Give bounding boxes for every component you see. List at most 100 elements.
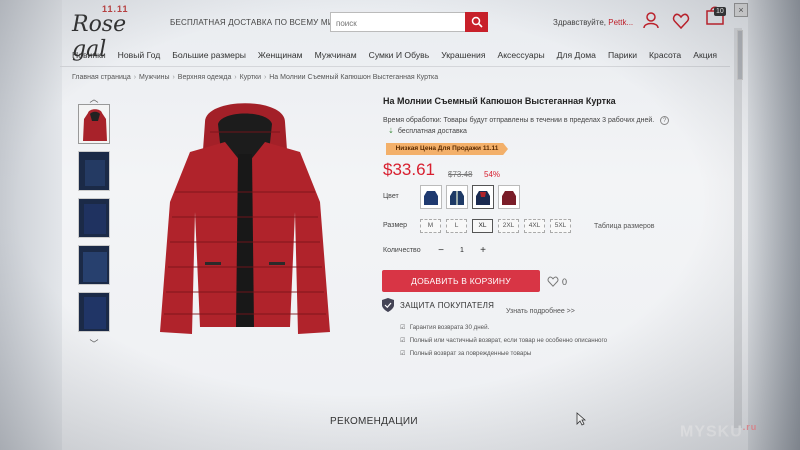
thumbnail-4[interactable] — [78, 245, 110, 285]
current-price: $33.61 — [383, 160, 435, 179]
quantity-label: Количество — [383, 247, 421, 254]
color-option-blue[interactable] — [446, 185, 468, 209]
learn-more-link[interactable]: Узнать подробнее >> — [506, 308, 575, 315]
quantity-value[interactable]: 1 — [448, 244, 476, 258]
truck-icon: ⇣ — [388, 128, 394, 135]
watermark: MYSKU.ru — [680, 422, 757, 441]
help-icon[interactable]: ? — [660, 116, 670, 125]
thumbnail-1[interactable] — [78, 104, 110, 144]
thumbnails-up-icon[interactable]: ︿ — [76, 94, 112, 104]
site-header: 11.11 Rose gal БЕСПЛАТНАЯ ДОСТАВКА ПО ВС… — [0, 0, 800, 62]
color-option-navy[interactable] — [420, 185, 442, 209]
nav-item-men[interactable]: Мужчинам — [315, 50, 357, 64]
nav-item-sale[interactable]: Акция — [693, 50, 717, 64]
wishlist-count: 0 — [562, 276, 568, 287]
nav-item-plus-size[interactable]: Большие размеры — [172, 50, 246, 64]
add-to-cart-button[interactable]: ДОБАВИТЬ В КОРЗИНУ — [382, 270, 540, 292]
nav-item-home[interactable]: Для Дома — [557, 50, 596, 64]
discount-percent: 54% — [484, 170, 501, 179]
cart-count-badge: 10 — [714, 7, 726, 16]
check-icon: ☑ — [400, 350, 406, 357]
guarantee-text: Гарантия возврата 30 дней. — [409, 324, 490, 331]
shield-icon — [382, 298, 394, 312]
nav-item-bags-shoes[interactable]: Сумки И Обувь — [369, 50, 430, 64]
guarantee-item: ☑ Полный возврат за поврежденные товары — [400, 350, 531, 357]
color-option-wine[interactable] — [498, 185, 520, 209]
site-logo[interactable]: 11.11 Rose gal — [72, 4, 162, 62]
free-shipping-text: бесплатная доставка — [397, 128, 467, 135]
processing-time: Время обработки: Товары будут отправлены… — [383, 116, 670, 125]
monitor-frame-right — [748, 0, 800, 450]
search-box — [330, 12, 488, 33]
thumbnails-down-icon[interactable]: ﹀ — [76, 339, 112, 349]
heart-icon[interactable] — [672, 12, 690, 30]
breadcrumb-men[interactable]: Мужчины — [139, 74, 170, 81]
free-shipping-banner: БЕСПЛАТНАЯ ДОСТАВКА ПО ВСЕМУ МИРУ — [170, 18, 345, 27]
product-title: На Молнии Съемный Капюшон Выстеганная Ку… — [383, 96, 616, 106]
thumbnail-strip: ︿ ﹀ — [76, 94, 112, 349]
guarantee-item: ☑ Гарантия возврата 30 дней. — [400, 324, 489, 331]
product-main-image[interactable] — [150, 92, 340, 342]
sale-banner: Низкая Цена Для Продажи 11.11 — [386, 143, 508, 155]
size-table-link[interactable]: Таблица размеров — [594, 223, 655, 230]
monitor-frame-left — [0, 0, 62, 450]
thumbnail-3[interactable] — [78, 198, 110, 238]
size-label: Размер — [383, 222, 408, 229]
quantity-stepper: − 1 + — [434, 244, 490, 258]
guarantee-text: Полный возврат за поврежденные товары — [409, 350, 532, 357]
nav-item-jewelry[interactable]: Украшения — [441, 50, 485, 64]
size-option-2xl[interactable]: 2XL — [498, 219, 519, 233]
quantity-decrease-button[interactable]: − — [434, 244, 448, 258]
greeting-text: Здравствуйте, — [553, 18, 607, 27]
color-option-black-red[interactable] — [472, 185, 494, 209]
guarantee-item: ☑ Полный или частичный возврат, если това… — [400, 337, 607, 344]
nav-divider — [60, 66, 730, 67]
main-nav: Новинки Новый Год Большие размеры Женщин… — [72, 50, 732, 64]
quantity-increase-button[interactable]: + — [476, 244, 490, 258]
close-icon[interactable]: × — [734, 3, 748, 17]
size-option-5xl[interactable]: 5XL — [550, 219, 571, 233]
nav-item-women[interactable]: Женщинам — [258, 50, 303, 64]
search-icon — [471, 16, 483, 28]
user-icon[interactable] — [642, 11, 660, 29]
free-shipping-row: ⇣ бесплатная доставка — [388, 127, 467, 135]
nav-item-new[interactable]: Новинки — [72, 50, 106, 64]
greeting: Здравствуйте, Pettk... — [553, 18, 633, 27]
breadcrumb-home[interactable]: Главная страница — [72, 74, 131, 81]
breadcrumb-outerwear[interactable]: Верхняя одежда — [178, 74, 232, 81]
size-option-xl[interactable]: XL — [472, 219, 493, 233]
watermark-text: MYSKU — [680, 423, 743, 441]
size-option-4xl[interactable]: 4XL — [524, 219, 545, 233]
check-icon: ☑ — [400, 337, 406, 344]
nav-item-wigs[interactable]: Парики — [608, 50, 637, 64]
size-options: M L XL 2XL 4XL 5XL — [420, 219, 571, 233]
thumbnail-2[interactable] — [78, 151, 110, 191]
nav-item-accessories[interactable]: Аксессуары — [497, 50, 544, 64]
heart-outline-icon — [547, 276, 559, 287]
search-input[interactable] — [331, 14, 461, 33]
thumbnail-5[interactable] — [78, 292, 110, 332]
mouse-cursor-icon — [576, 412, 586, 426]
size-option-m[interactable]: M — [420, 219, 441, 233]
color-options — [420, 185, 520, 209]
buyer-protection: ЗАЩИТА ПОКУПАТЕЛЯ — [382, 298, 494, 312]
check-icon: ☑ — [400, 324, 406, 331]
scrollbar[interactable] — [734, 28, 743, 428]
guarantee-text: Полный или частичный возврат, если товар… — [409, 337, 608, 344]
processing-text: Время обработки: Товары будут отправлены… — [383, 117, 655, 124]
breadcrumb-jackets[interactable]: Куртки — [240, 74, 261, 81]
size-option-l[interactable]: L — [446, 219, 467, 233]
recommendations-heading: РЕКОМЕНДАЦИИ — [330, 416, 418, 427]
old-price: $73.48 — [448, 170, 473, 179]
nav-item-beauty[interactable]: Красота — [649, 50, 681, 64]
color-label: Цвет — [383, 193, 399, 200]
username-link[interactable]: Pettk... — [608, 18, 633, 27]
buyer-protection-title: ЗАЩИТА ПОКУПАТЕЛЯ — [400, 300, 495, 310]
breadcrumb: Главная страница › Мужчины › Верхняя оде… — [72, 74, 439, 81]
nav-item-new-year[interactable]: Новый Год — [118, 50, 161, 64]
breadcrumb-current: На Молнии Съемный Капюшон Выстеганная Ку… — [269, 74, 439, 81]
watermark-suffix: .ru — [742, 422, 758, 432]
wishlist-button[interactable]: 0 — [547, 276, 567, 287]
scrollbar-thumb[interactable] — [737, 30, 743, 80]
search-button[interactable] — [465, 12, 488, 32]
